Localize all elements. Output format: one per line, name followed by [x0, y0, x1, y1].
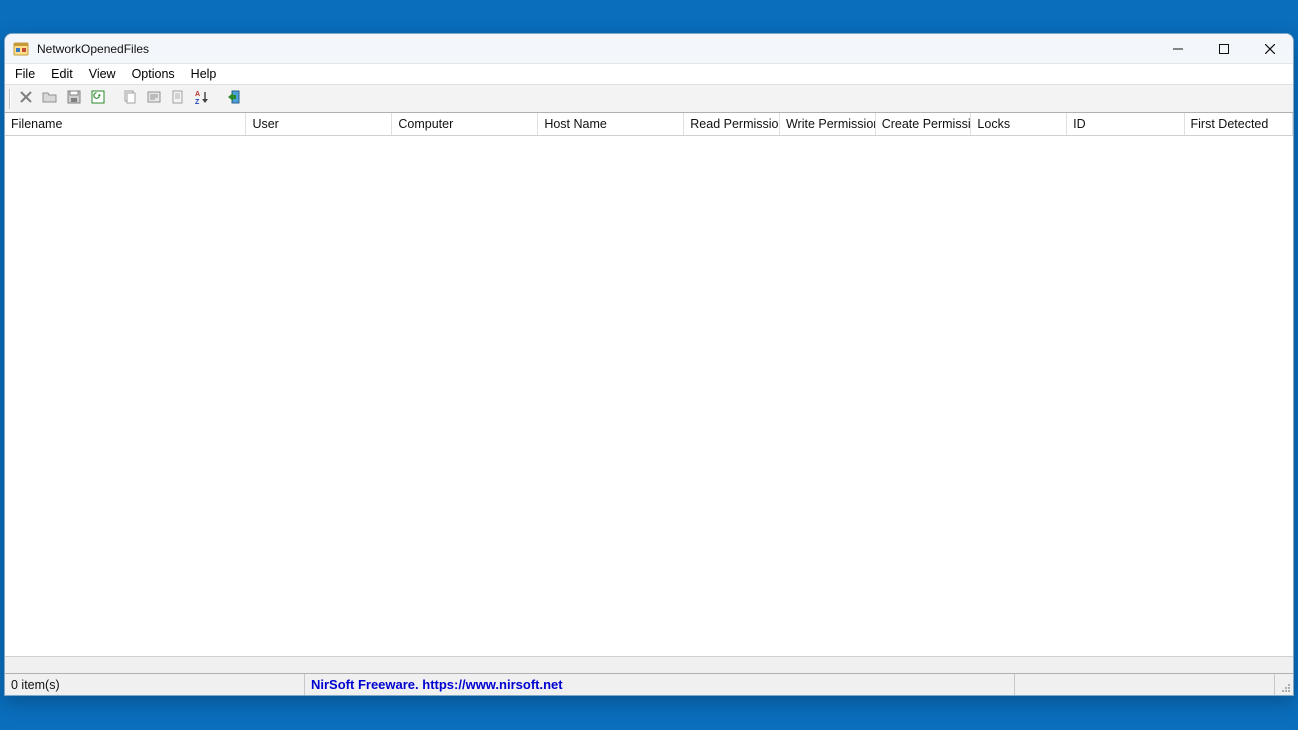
app-icon [13, 41, 29, 57]
copy-icon [122, 89, 138, 108]
toolbar-open-folder-button[interactable] [39, 88, 61, 110]
close-x-icon [18, 89, 34, 108]
toolbar-save-button[interactable] [63, 88, 85, 110]
menu-bar: File Edit View Options Help [5, 64, 1293, 85]
column-header-user[interactable]: User [246, 113, 392, 135]
maximize-button[interactable] [1201, 34, 1247, 63]
status-brand-panel: NirSoft Freeware. https://www.nirsoft.ne… [305, 674, 1015, 695]
desktop-background: NetworkOpenedFiles File Edi [0, 0, 1298, 730]
status-item-count-panel: 0 item(s) [5, 674, 305, 695]
page-icon [170, 89, 186, 108]
title-bar: NetworkOpenedFiles [5, 34, 1293, 64]
resize-grip-icon [1279, 681, 1291, 693]
status-spacer-panel [1015, 674, 1275, 695]
column-header-hostname[interactable]: Host Name [538, 113, 684, 135]
toolbar-close-file-button[interactable] [15, 88, 37, 110]
column-header-filename[interactable]: Filename [5, 113, 246, 135]
list-view[interactable]: Filename User Computer Host Name Read Pe… [5, 113, 1293, 673]
column-header-read-permission[interactable]: Read Permission [684, 113, 780, 135]
toolbar-properties-button[interactable] [143, 88, 165, 110]
menu-help[interactable]: Help [183, 65, 225, 83]
toolbar-copy-button[interactable] [119, 88, 141, 110]
refresh-icon [90, 89, 106, 108]
sort-az-icon: A Z [194, 89, 210, 108]
toolbar-sort-button[interactable]: A Z [191, 88, 213, 110]
svg-text:A: A [195, 91, 200, 98]
horizontal-scrollbar[interactable] [5, 656, 1293, 673]
column-header-computer[interactable]: Computer [392, 113, 538, 135]
toolbar-refresh-button[interactable] [87, 88, 109, 110]
window-title: NetworkOpenedFiles [37, 42, 149, 56]
svg-text:Z: Z [195, 99, 200, 105]
column-header-id[interactable]: ID [1067, 113, 1184, 135]
title-bar-controls [1155, 34, 1293, 63]
menu-edit[interactable]: Edit [43, 65, 81, 83]
status-bar: 0 item(s) NirSoft Freeware. https://www.… [5, 673, 1293, 695]
title-bar-left: NetworkOpenedFiles [5, 41, 1155, 57]
menu-options[interactable]: Options [124, 65, 183, 83]
folder-icon [42, 89, 58, 108]
toolbar: A Z [5, 85, 1293, 113]
exit-icon [226, 89, 242, 108]
menu-file[interactable]: File [7, 65, 43, 83]
close-button[interactable] [1247, 34, 1293, 63]
menu-view[interactable]: View [81, 65, 124, 83]
save-icon [66, 89, 82, 108]
minimize-button[interactable] [1155, 34, 1201, 63]
toolbar-exit-button[interactable] [223, 88, 245, 110]
status-item-count: 0 item(s) [11, 678, 60, 692]
resize-grip[interactable] [1275, 674, 1293, 695]
status-brand-text[interactable]: NirSoft Freeware. https://www.nirsoft.ne… [311, 677, 563, 692]
scroll-content [5, 657, 1293, 658]
column-header-write-permission[interactable]: Write Permission [780, 113, 876, 135]
column-header-first-detected[interactable]: First Detected [1185, 113, 1293, 135]
toolbar-find-button[interactable] [167, 88, 189, 110]
column-header-locks[interactable]: Locks [971, 113, 1067, 135]
properties-icon [146, 89, 162, 108]
toolbar-separator [9, 89, 11, 109]
column-header-create-permission[interactable]: Create Permissi... [876, 113, 972, 135]
app-window: NetworkOpenedFiles File Edi [4, 33, 1294, 696]
column-header-row: Filename User Computer Host Name Read Pe… [5, 113, 1293, 136]
